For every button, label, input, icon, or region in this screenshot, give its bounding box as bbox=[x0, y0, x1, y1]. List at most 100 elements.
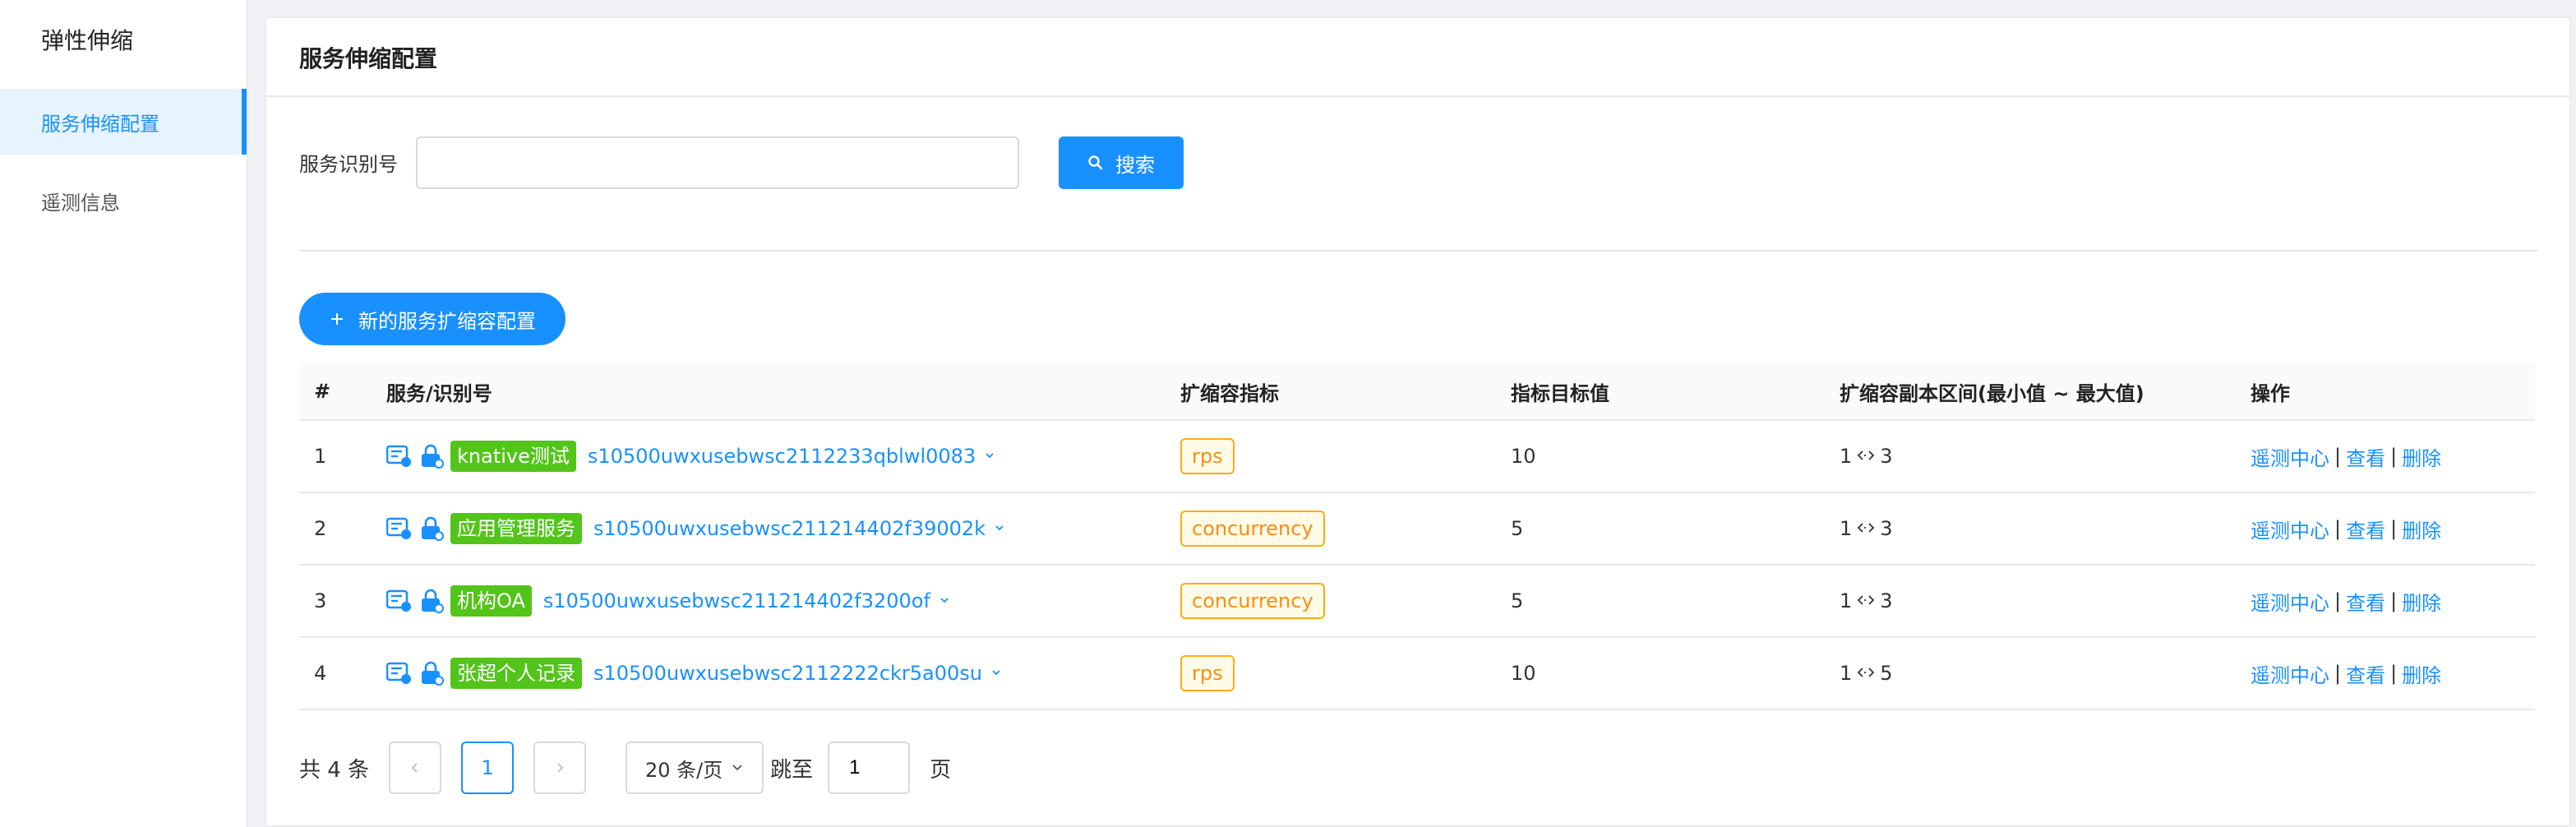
lock-icon bbox=[419, 589, 444, 613]
row-index: 4 bbox=[314, 662, 327, 685]
chevron-down-icon[interactable] bbox=[990, 665, 1002, 682]
metric-tag: concurrency bbox=[1180, 511, 1325, 547]
jump-page-input[interactable] bbox=[828, 742, 911, 794]
sidebar-title: 弹性伸缩 bbox=[41, 27, 134, 54]
row-metric: concurrency bbox=[1180, 493, 1325, 564]
table-row: 1 knative测试 s10500uwxusebwsc2112233qblwl00… bbox=[299, 421, 2535, 493]
service-id-link[interactable]: s10500uwxusebwsc2112233qblwl0083 bbox=[588, 445, 976, 468]
op-separator: | bbox=[2390, 517, 2398, 540]
metric-tag: rps bbox=[1180, 655, 1235, 691]
service-id-link[interactable]: s10500uwxusebwsc211214402f3200of bbox=[543, 589, 930, 612]
page-size-select[interactable]: 20 条/页 bbox=[626, 742, 764, 794]
row-range: 13 bbox=[1840, 566, 1893, 636]
left-right-arrow-icon bbox=[1857, 446, 1875, 466]
telemetry-center-link[interactable]: 遥测中心 bbox=[2251, 659, 2329, 688]
lock-icon bbox=[419, 444, 444, 469]
search-button-label: 搜索 bbox=[1115, 154, 1155, 177]
table-body: 1 knative测试 s10500uwxusebwsc2112233qblwl00… bbox=[299, 421, 2535, 710]
sidebar-item-label: 遥测信息 bbox=[41, 191, 120, 215]
range-min: 1 bbox=[1840, 517, 1853, 540]
left-right-arrow-icon bbox=[1857, 519, 1875, 538]
jump-unit: 页 bbox=[930, 757, 952, 783]
row-range: 13 bbox=[1840, 421, 1893, 492]
service-card-icon bbox=[386, 589, 414, 613]
op-separator: | bbox=[2334, 517, 2342, 540]
next-page-button[interactable] bbox=[533, 742, 587, 794]
chevron-down-icon[interactable] bbox=[939, 593, 950, 610]
view-link[interactable]: 查看 bbox=[2346, 515, 2385, 543]
service-name-tag: 机构OA bbox=[450, 585, 532, 617]
telemetry-center-link[interactable]: 遥测中心 bbox=[2251, 587, 2329, 616]
service-card-icon bbox=[386, 444, 414, 469]
pagination-total: 共 4 条 bbox=[299, 757, 370, 783]
chevron-down-icon[interactable] bbox=[984, 448, 995, 465]
row-target: 10 bbox=[1511, 445, 1536, 468]
row-service: 机构OA s10500uwxusebwsc211214402f3200of bbox=[386, 566, 950, 636]
search-icon bbox=[1088, 155, 1103, 170]
lock-icon bbox=[419, 516, 444, 541]
delete-link[interactable]: 删除 bbox=[2402, 659, 2441, 688]
range-min: 1 bbox=[1840, 589, 1853, 612]
sidebar: 弹性伸缩 服务伸缩配置 遥测信息 bbox=[0, 0, 248, 827]
op-separator: | bbox=[2334, 589, 2342, 612]
view-link[interactable]: 查看 bbox=[2346, 659, 2385, 688]
row-ops: 遥测中心 | 查看 | 删除 bbox=[2251, 421, 2441, 492]
range-max: 3 bbox=[1880, 589, 1893, 612]
chevron-down-icon[interactable] bbox=[994, 520, 1005, 538]
left-right-arrow-icon bbox=[1857, 591, 1875, 611]
metric-tag: concurrency bbox=[1180, 583, 1325, 619]
row-target: 5 bbox=[1511, 517, 1524, 540]
plus-icon bbox=[331, 313, 343, 325]
divider bbox=[299, 250, 2538, 252]
delete-link[interactable]: 删除 bbox=[2402, 442, 2441, 471]
service-name-tag: 张超个人记录 bbox=[450, 658, 582, 689]
column-header-range: 扩缩容副本区间(最小值 ~ 最大值) bbox=[1840, 381, 2144, 405]
service-id-link[interactable]: s10500uwxusebwsc211214402f39002k bbox=[593, 517, 986, 540]
service-card-icon bbox=[386, 516, 414, 541]
sidebar-item-service-scaling[interactable]: 服务伸缩配置 bbox=[0, 89, 247, 155]
range-max: 3 bbox=[1880, 445, 1893, 468]
column-header-ops: 操作 bbox=[2251, 381, 2290, 405]
page-button-current[interactable]: 1 bbox=[461, 742, 515, 794]
lock-icon bbox=[419, 661, 444, 686]
page-title: 服务伸缩配置 bbox=[299, 45, 438, 72]
view-link[interactable]: 查看 bbox=[2346, 587, 2385, 616]
op-separator: | bbox=[2390, 589, 2398, 612]
search-button[interactable]: 搜索 bbox=[1059, 136, 1184, 189]
row-index: 1 bbox=[314, 445, 327, 468]
op-separator: | bbox=[2334, 445, 2342, 468]
service-id-link[interactable]: s10500uwxusebwsc2112222ckr5a00su bbox=[593, 662, 982, 685]
main-card: 服务伸缩配置 服务识别号 搜索 新的服务扩缩容配置 # 服务/识别号 扩缩容指标… bbox=[265, 16, 2571, 827]
row-ops: 遥测中心 | 查看 | 删除 bbox=[2251, 566, 2441, 636]
range-min: 1 bbox=[1840, 662, 1853, 685]
table-header: # 服务/识别号 扩缩容指标 指标目标值 扩缩容副本区间(最小值 ~ 最大值) … bbox=[299, 362, 2535, 421]
column-header-index: # bbox=[314, 380, 331, 403]
sidebar-item-telemetry[interactable]: 遥测信息 bbox=[0, 168, 247, 233]
page-size-value: 20 条/页 bbox=[644, 758, 723, 782]
new-scaling-config-button[interactable]: 新的服务扩缩容配置 bbox=[299, 293, 566, 345]
row-service: knative测试 s10500uwxusebwsc2112233qblwl008… bbox=[386, 421, 995, 492]
row-index: 2 bbox=[314, 517, 327, 540]
row-target: 10 bbox=[1511, 662, 1536, 685]
column-header-target: 指标目标值 bbox=[1511, 381, 1609, 405]
delete-link[interactable]: 删除 bbox=[2402, 515, 2441, 543]
telemetry-center-link[interactable]: 遥测中心 bbox=[2251, 515, 2329, 543]
row-range: 13 bbox=[1840, 493, 1893, 564]
search-label: 服务识别号 bbox=[299, 153, 398, 176]
search-input[interactable] bbox=[416, 136, 1019, 189]
row-service: 应用管理服务 s10500uwxusebwsc211214402f39002k bbox=[386, 493, 1005, 564]
view-link[interactable]: 查看 bbox=[2346, 442, 2385, 471]
sidebar-item-label: 服务伸缩配置 bbox=[41, 112, 159, 136]
row-target: 5 bbox=[1511, 589, 1524, 612]
delete-link[interactable]: 删除 bbox=[2402, 587, 2441, 616]
column-header-service: 服务/识别号 bbox=[386, 381, 492, 405]
prev-page-button[interactable] bbox=[389, 742, 442, 794]
telemetry-center-link[interactable]: 遥测中心 bbox=[2251, 442, 2329, 471]
range-max: 5 bbox=[1880, 662, 1893, 685]
column-header-metric: 扩缩容指标 bbox=[1180, 381, 1279, 405]
card-header: 服务伸缩配置 bbox=[266, 18, 2569, 97]
new-button-label: 新的服务扩缩容配置 bbox=[358, 310, 536, 333]
op-separator: | bbox=[2390, 662, 2398, 685]
chevron-down-icon bbox=[732, 765, 742, 771]
range-min: 1 bbox=[1840, 445, 1853, 468]
